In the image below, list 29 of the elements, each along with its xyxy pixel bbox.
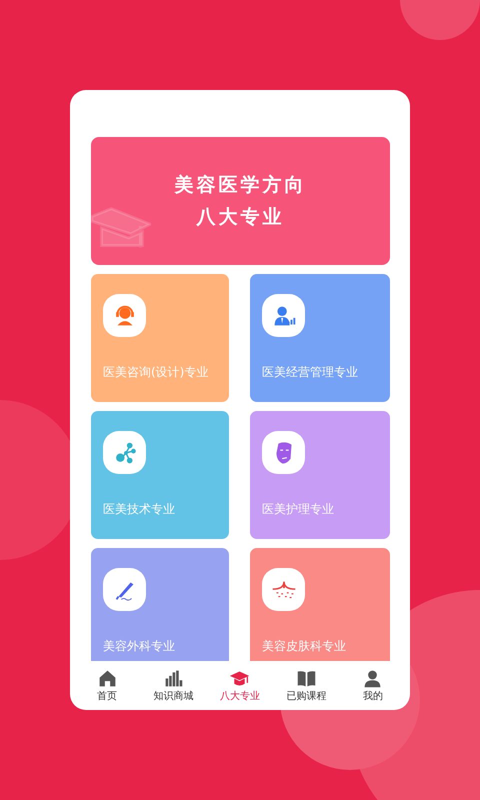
- major-label: 美容外科专业: [103, 638, 175, 654]
- major-tile[interactable]: 美容皮肤科专业: [250, 548, 390, 661]
- banner-subtitle: 八大专业: [196, 205, 284, 230]
- book-icon: [296, 668, 317, 689]
- tab-label[interactable]: 我的: [362, 691, 383, 703]
- tab-label[interactable]: 已购课程: [286, 691, 326, 703]
- face-mask-icon: [262, 431, 305, 474]
- tab-label[interactable]: 八大专业: [220, 691, 260, 703]
- banner[interactable]: 美容医学方向 八大专业: [91, 137, 390, 265]
- skin-layer-icon: [262, 568, 305, 611]
- headset-person-icon: [103, 294, 146, 337]
- major-tile[interactable]: 医美经营管理专业: [250, 274, 390, 402]
- tab-label[interactable]: 知识商城: [154, 691, 194, 703]
- major-tile[interactable]: 美容外科专业: [91, 548, 229, 661]
- major-label: 医美咨询(设计)专业: [103, 364, 208, 380]
- major-tile[interactable]: 医美护理专业: [250, 411, 390, 539]
- scalpel-icon: [103, 568, 146, 611]
- major-label: 医美经营管理专业: [262, 364, 358, 380]
- tab-label[interactable]: 首页: [97, 691, 118, 703]
- businessman-icon: [262, 294, 305, 337]
- home-icon: [96, 668, 118, 689]
- banner-title: 美容医学方向: [174, 173, 306, 198]
- user-icon: [362, 668, 384, 689]
- major-tile[interactable]: 医美技术专业: [91, 411, 229, 539]
- major-tile[interactable]: 医美咨询(设计)专业: [91, 274, 229, 402]
- major-label: 美容皮肤科专业: [262, 638, 346, 654]
- major-label: 医美技术专业: [103, 501, 175, 517]
- major-label: 医美护理专业: [262, 501, 334, 517]
- molecule-icon: [103, 431, 146, 474]
